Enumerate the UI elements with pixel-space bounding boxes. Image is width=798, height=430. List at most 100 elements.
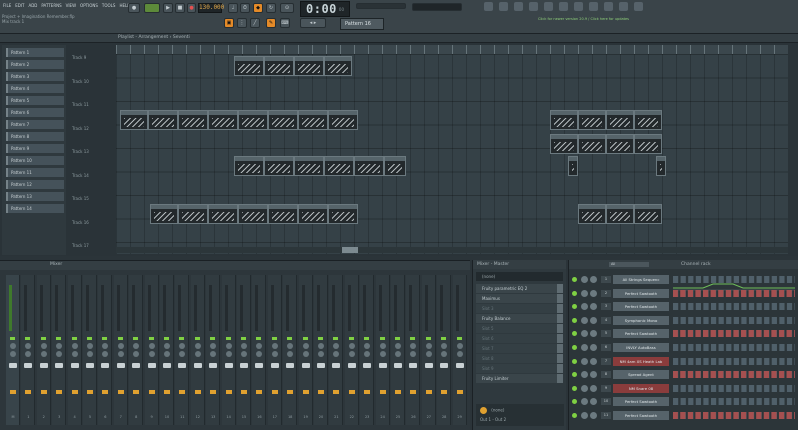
volume-fader[interactable] xyxy=(132,363,141,368)
stereo-knob[interactable] xyxy=(425,351,432,357)
channel-filter[interactable]: All xyxy=(609,262,649,267)
menu-edit[interactable]: EDIT xyxy=(14,3,25,8)
pan-knob[interactable] xyxy=(25,343,32,349)
send-switch-icon[interactable] xyxy=(318,390,324,394)
pattern-clip[interactable] xyxy=(208,204,238,224)
pattern-clip[interactable] xyxy=(634,110,662,130)
channel-volume-knob[interactable] xyxy=(590,357,597,365)
pattern-clip[interactable] xyxy=(208,110,238,130)
channel-pan-knob[interactable] xyxy=(581,357,588,365)
stereo-knob[interactable] xyxy=(194,351,201,357)
pattern-item[interactable]: Pattern 11 xyxy=(6,168,64,177)
record-mode-icon[interactable]: ● xyxy=(128,3,140,13)
pattern-item[interactable]: Pattern 13 xyxy=(6,192,64,201)
volume-fader[interactable] xyxy=(24,363,33,368)
pattern-clip[interactable] xyxy=(294,156,324,176)
piano-roll-icon[interactable] xyxy=(499,2,508,11)
volume-fader[interactable] xyxy=(147,363,156,368)
mixer-strip[interactable]: 10 xyxy=(160,275,174,425)
stereo-knob[interactable] xyxy=(71,351,78,357)
channel-row[interactable]: 10 Perfect Sawtooth xyxy=(569,396,798,407)
pan-knob[interactable] xyxy=(148,343,155,349)
effect-slot[interactable]: Fruity Limiter xyxy=(476,374,563,383)
step-edit-icon[interactable]: ⋮ xyxy=(237,18,247,28)
typing-keyboard-icon[interactable]: ⌨ xyxy=(280,18,290,28)
channel-mute-led-icon[interactable] xyxy=(572,331,577,337)
pan-knob[interactable] xyxy=(56,343,63,349)
volume-fader[interactable] xyxy=(270,363,279,368)
channel-row[interactable]: 5 Perfect Sawtooth xyxy=(569,328,798,339)
mute-led-icon[interactable] xyxy=(302,337,308,340)
step-sequencer[interactable] xyxy=(673,289,795,297)
pattern-item[interactable]: Pattern 4 xyxy=(6,84,64,93)
step-sequencer[interactable] xyxy=(673,371,795,379)
mute-led-icon[interactable] xyxy=(164,337,169,340)
pan-knob[interactable] xyxy=(425,343,432,349)
stereo-knob[interactable] xyxy=(364,351,371,357)
channel-name-button[interactable]: Perfect Sawtooth xyxy=(613,329,669,339)
mute-led-icon[interactable] xyxy=(225,337,231,340)
menu-file[interactable]: FILE xyxy=(2,3,12,8)
menu-tools[interactable]: TOOLS xyxy=(101,3,117,8)
stereo-knob[interactable] xyxy=(241,351,247,357)
mixer-strip[interactable]: 21 xyxy=(329,275,344,425)
step-sequencer[interactable] xyxy=(673,398,795,406)
pattern-clip[interactable] xyxy=(384,156,406,176)
mixer-master-strip[interactable]: M xyxy=(6,275,20,425)
channel-name-button[interactable]: Spread Agent xyxy=(613,370,669,380)
pattern-clip[interactable] xyxy=(120,110,148,130)
pattern-item[interactable]: Pattern 10 xyxy=(6,156,64,165)
mute-led-icon[interactable] xyxy=(256,337,262,340)
step-sequencer[interactable] xyxy=(673,316,795,324)
pan-knob[interactable] xyxy=(87,343,93,349)
pan-knob[interactable] xyxy=(102,343,109,349)
send-switch-icon[interactable] xyxy=(210,390,217,394)
pattern-clip[interactable] xyxy=(606,110,634,130)
mute-led-icon[interactable] xyxy=(348,337,354,340)
update-hint[interactable]: Click for newer version 20.9 / Click her… xyxy=(538,17,638,22)
stereo-knob[interactable] xyxy=(40,351,47,357)
mixer-strip[interactable]: 9 xyxy=(144,275,159,425)
pattern-clip[interactable] xyxy=(324,56,352,76)
channel-mute-led-icon[interactable] xyxy=(572,317,577,323)
pan-knob[interactable] xyxy=(225,343,232,349)
stereo-knob[interactable] xyxy=(302,351,309,357)
arrangement-grid[interactable] xyxy=(116,54,788,254)
record-icon[interactable]: ● xyxy=(187,3,196,13)
stereo-knob[interactable] xyxy=(456,351,463,357)
mixer-track-number[interactable]: 9 xyxy=(601,384,611,392)
pattern-clip[interactable] xyxy=(354,156,384,176)
stereo-knob[interactable] xyxy=(10,351,16,357)
mute-led-icon[interactable] xyxy=(287,337,293,340)
mixer-track-number[interactable]: 1 xyxy=(601,276,611,283)
channel-row[interactable]: 8 Spread Agent xyxy=(569,369,798,380)
stereo-knob[interactable] xyxy=(164,351,170,357)
browser-icon[interactable] xyxy=(544,2,553,11)
stereo-knob[interactable] xyxy=(87,351,93,357)
countdown-icon[interactable]: ◆ xyxy=(253,3,263,13)
mixer-strip[interactable]: 5 xyxy=(83,275,97,425)
send-switch-icon[interactable] xyxy=(241,390,247,394)
channel-pan-knob[interactable] xyxy=(581,344,588,351)
master-volume-icon[interactable]: ⊙ xyxy=(280,3,294,13)
volume-fader[interactable] xyxy=(55,363,64,368)
channel-volume-knob[interactable] xyxy=(590,303,597,311)
stereo-knob[interactable] xyxy=(348,351,355,357)
stereo-knob[interactable] xyxy=(25,351,32,357)
channel-pan-knob[interactable] xyxy=(581,276,588,283)
menu-add[interactable]: ADD xyxy=(27,3,38,8)
mixer-strip[interactable]: 18 xyxy=(283,275,298,425)
effect-slot[interactable]: Slot 6 xyxy=(476,334,563,343)
channel-name-button[interactable]: INVLY AutoBass xyxy=(613,343,669,352)
volume-fader[interactable] xyxy=(363,363,372,368)
pattern-clip[interactable] xyxy=(578,110,606,130)
send-switch-icon[interactable] xyxy=(287,390,294,394)
play-icon[interactable]: ▶ xyxy=(163,3,173,13)
track-header[interactable]: Track 12 xyxy=(70,125,115,149)
pattern-clip[interactable] xyxy=(606,204,634,224)
volume-fader[interactable] xyxy=(193,363,202,368)
channel-pan-knob[interactable] xyxy=(581,303,588,311)
pan-knob[interactable] xyxy=(164,343,170,349)
channel-mute-led-icon[interactable] xyxy=(572,413,577,418)
tempo-display[interactable]: 130.000 xyxy=(198,3,224,13)
